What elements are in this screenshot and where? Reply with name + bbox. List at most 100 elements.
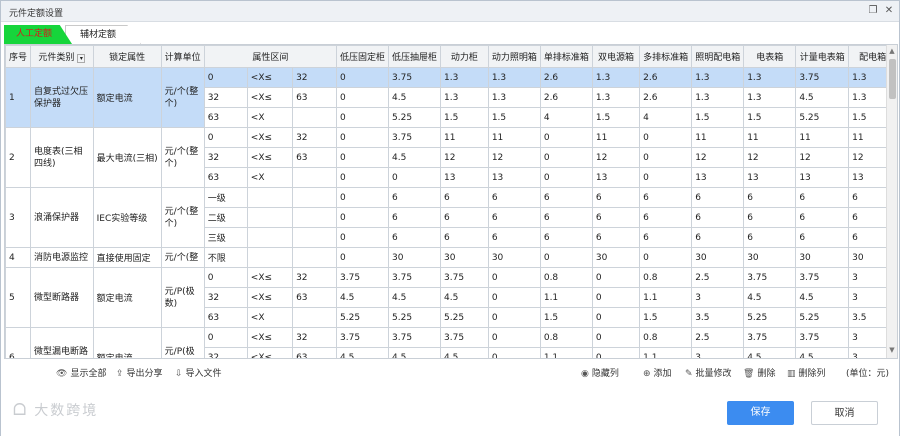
- quota-value-cell[interactable]: 4.5: [335, 347, 390, 358]
- col-header-q4[interactable]: 动力照明箱: [487, 45, 541, 68]
- quota-value-cell[interactable]: 6: [639, 187, 693, 208]
- lock-attribute-cell[interactable]: 额定电流: [92, 327, 162, 358]
- quota-value-cell[interactable]: 5.25: [795, 307, 850, 328]
- col-header-q5[interactable]: 单排标准箱: [539, 45, 593, 68]
- table-row[interactable]: 5 微型断路器 额定电流 元/P(极数) 0 <X≤ 32 3.75 3.75 3.75 0 0.8 0…: [5, 267, 897, 328]
- quota-value-cell[interactable]: 0.8: [539, 267, 593, 288]
- quota-value-cell[interactable]: 1.1: [639, 287, 693, 308]
- range-lower-cell[interactable]: 32: [203, 87, 248, 108]
- quota-value-cell[interactable]: 4.5: [795, 347, 850, 358]
- quota-value-cell[interactable]: 1.5: [440, 107, 489, 128]
- quota-value-cell[interactable]: 5.25: [440, 307, 489, 328]
- range-lower-cell[interactable]: 32: [203, 147, 248, 168]
- quota-value-cell[interactable]: 4.5: [795, 287, 850, 308]
- quota-value-cell[interactable]: 6: [539, 187, 593, 208]
- range-operator-cell[interactable]: <X≤: [246, 347, 294, 358]
- quota-value-cell[interactable]: 4.5: [388, 287, 442, 308]
- range-operator-cell[interactable]: <X≤: [246, 267, 294, 288]
- quota-value-cell[interactable]: 0.8: [539, 327, 593, 348]
- quota-value-cell[interactable]: 0: [539, 167, 593, 188]
- delete-button[interactable]: 🗑 删除: [743, 366, 775, 379]
- range-upper-cell[interactable]: [292, 187, 337, 208]
- export-share-button[interactable]: ⇪ 导出分享: [116, 366, 163, 379]
- quota-value-cell[interactable]: 4.5: [388, 87, 442, 108]
- quota-value-cell[interactable]: 4.5: [743, 287, 797, 308]
- quota-value-cell[interactable]: 0: [639, 167, 693, 188]
- row-number-cell[interactable]: 4: [5, 247, 32, 268]
- scroll-up-icon[interactable]: ▲: [887, 47, 897, 57]
- table-row[interactable]: 1 自复式过欠压保护器 额定电流 元/个(整个) 0 <X≤ 32 0 3.75 1.3 1.3 2.…: [5, 67, 897, 128]
- category-cell[interactable]: 浪涌保护器: [30, 187, 94, 248]
- quota-value-cell[interactable]: 1.5: [691, 107, 745, 128]
- quota-value-cell[interactable]: 2.6: [539, 67, 593, 88]
- range-operator-cell[interactable]: <X≤: [246, 87, 294, 108]
- quota-value-cell[interactable]: 3.5: [691, 307, 745, 328]
- quota-value-cell[interactable]: 0: [487, 347, 541, 358]
- table-row[interactable]: 4 消防电源监控 直接使用固定 元/个(整 不限 0 30 30 30 0 30 0 30 30 30 30: [5, 247, 897, 268]
- quota-value-cell[interactable]: 6: [639, 207, 693, 228]
- quota-value-cell[interactable]: 13: [743, 167, 797, 188]
- lock-attribute-cell[interactable]: 最大电流(三相): [92, 127, 162, 188]
- range-lower-cell[interactable]: 63: [203, 167, 248, 188]
- quota-value-cell[interactable]: 0: [335, 67, 390, 88]
- category-cell[interactable]: 自复式过欠压保护器: [30, 67, 94, 128]
- quota-value-cell[interactable]: 4.5: [795, 87, 850, 108]
- quota-value-cell[interactable]: 0: [388, 167, 442, 188]
- quota-value-cell[interactable]: 1.1: [639, 347, 693, 358]
- scroll-down-icon[interactable]: ▼: [887, 346, 897, 356]
- quota-value-cell[interactable]: 6: [388, 227, 442, 248]
- range-upper-cell[interactable]: [292, 227, 337, 248]
- range-lower-cell[interactable]: 三级: [203, 227, 248, 248]
- quota-value-cell[interactable]: 2.6: [639, 87, 693, 108]
- range-upper-cell[interactable]: 63: [292, 347, 337, 358]
- quota-value-cell[interactable]: 30: [388, 247, 442, 268]
- quota-value-cell[interactable]: 1.5: [539, 307, 593, 328]
- range-upper-cell[interactable]: [292, 307, 337, 328]
- quota-value-cell[interactable]: 4: [639, 107, 693, 128]
- range-upper-cell[interactable]: 63: [292, 147, 337, 168]
- quota-value-cell[interactable]: 1.1: [539, 287, 593, 308]
- quota-value-cell[interactable]: 0: [591, 267, 641, 288]
- quota-value-cell[interactable]: 0: [639, 127, 693, 148]
- quota-value-cell[interactable]: 5.25: [388, 107, 442, 128]
- range-lower-cell[interactable]: 二级: [203, 207, 248, 228]
- quota-value-cell[interactable]: 30: [591, 247, 641, 268]
- row-number-cell[interactable]: 3: [5, 187, 32, 248]
- quota-value-cell[interactable]: 12: [691, 147, 745, 168]
- range-operator-cell[interactable]: [246, 227, 294, 248]
- unit-cell[interactable]: 元/个(整个): [160, 67, 205, 128]
- quota-value-cell[interactable]: 12: [795, 147, 850, 168]
- quota-value-cell[interactable]: 6: [487, 187, 541, 208]
- range-operator-cell[interactable]: <X: [246, 307, 294, 328]
- quota-value-cell[interactable]: 0: [335, 207, 390, 228]
- range-lower-cell[interactable]: 不限: [203, 247, 248, 268]
- quota-value-cell[interactable]: 4: [539, 107, 593, 128]
- quota-value-cell[interactable]: 6: [795, 227, 850, 248]
- quota-value-cell[interactable]: 6: [440, 227, 489, 248]
- quota-value-cell[interactable]: 4.5: [440, 287, 489, 308]
- range-lower-cell[interactable]: 一级: [203, 187, 248, 208]
- quota-value-cell[interactable]: 11: [591, 127, 641, 148]
- quota-value-cell[interactable]: 2.6: [639, 67, 693, 88]
- quota-value-cell[interactable]: 3.75: [440, 327, 489, 348]
- quota-value-cell[interactable]: 1.3: [487, 87, 541, 108]
- unit-cell[interactable]: 元/个(整: [160, 247, 205, 268]
- quota-value-cell[interactable]: 3.75: [335, 327, 390, 348]
- quota-value-cell[interactable]: 6: [539, 227, 593, 248]
- quota-value-cell[interactable]: 6: [440, 187, 489, 208]
- col-header-unit[interactable]: 计算单位: [160, 45, 205, 68]
- col-header-q7[interactable]: 多排标准箱: [639, 45, 693, 68]
- quota-value-cell[interactable]: 0: [335, 247, 390, 268]
- col-header-q2[interactable]: 低压抽屉柜: [388, 45, 442, 68]
- lock-attribute-cell[interactable]: 额定电流: [92, 67, 162, 128]
- range-lower-cell[interactable]: 0: [203, 267, 248, 288]
- quota-value-cell[interactable]: 12: [487, 147, 541, 168]
- quota-value-cell[interactable]: 3.75: [440, 267, 489, 288]
- table-row[interactable]: 6微型漏电断路器额定电流元/P(极数)0<X≤323.753.753.7500.…: [5, 327, 897, 358]
- scroll-thumb[interactable]: [889, 59, 896, 99]
- quota-value-cell[interactable]: 1.3: [591, 67, 641, 88]
- table-row[interactable]: 2 电度表(三相四线) 最大电流(三相) 元/个(整个) 0 <X≤ 32 0 3.75 11 11…: [5, 127, 897, 188]
- quota-value-cell[interactable]: 6: [639, 227, 693, 248]
- col-header-lock[interactable]: 锁定属性: [92, 45, 162, 68]
- quota-value-cell[interactable]: 0: [591, 347, 641, 358]
